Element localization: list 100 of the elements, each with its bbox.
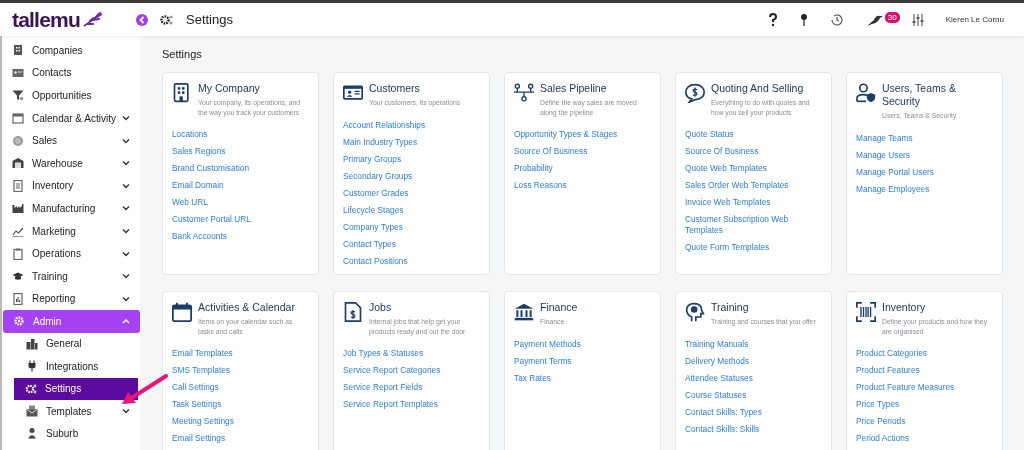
plug-icon	[26, 360, 38, 373]
sidebar-item[interactable]: Opportunities	[2, 84, 140, 107]
sidebar-item[interactable]: Operations	[2, 242, 140, 265]
sidebar-item[interactable]: Inventory	[2, 174, 140, 198]
settings-link[interactable]: Product Categories	[856, 345, 993, 362]
sidebar-item[interactable]: Marketing	[2, 219, 140, 243]
settings-link[interactable]: Attendee Statuses	[685, 369, 822, 387]
settings-link[interactable]: Period Actions	[856, 430, 993, 447]
settings-link[interactable]: Account Relationships	[343, 116, 480, 134]
sidebar-item[interactable]: Training	[2, 264, 140, 288]
settings-link[interactable]: Training Manuals	[685, 335, 822, 353]
settings-link[interactable]: Web URL	[172, 194, 309, 211]
sliders-icon[interactable]	[911, 12, 924, 27]
factory-icon	[12, 202, 24, 215]
page-title: Settings	[186, 12, 233, 27]
settings-link[interactable]: Manage Teams	[856, 129, 993, 147]
settings-link[interactable]: Manage Employees	[856, 180, 993, 198]
settings-link[interactable]: Call Settings	[172, 379, 309, 396]
settings-link[interactable]: Probability	[514, 160, 651, 177]
sidebar-item[interactable]: Reporting	[2, 287, 140, 311]
settings-link[interactable]: Customer Grades	[343, 184, 480, 202]
settings-link[interactable]: Email Settings	[172, 430, 309, 447]
settings-link[interactable]: Bank Accounts	[172, 228, 309, 245]
settings-link[interactable]: Job Types & Statuses	[343, 345, 480, 362]
settings-link[interactable]: SMS Templates	[172, 362, 309, 379]
settings-link[interactable]: Source Of Business	[685, 143, 822, 160]
settings-link[interactable]: Locations	[172, 126, 309, 143]
settings-link[interactable]: Contact Positions	[343, 252, 480, 270]
clipboard-icon	[12, 247, 24, 260]
settings-link[interactable]: Tax Rates	[514, 369, 651, 387]
sidebar-item[interactable]: Templates	[2, 399, 140, 423]
settings-link[interactable]: Secondary Groups	[343, 167, 480, 185]
funnel-icon	[12, 89, 24, 102]
settings-link[interactable]: Delivery Methods	[685, 352, 822, 370]
barcode-scan-icon	[856, 302, 876, 322]
collapse-button[interactable]	[136, 13, 148, 26]
settings-link[interactable]: Manage Users	[856, 146, 993, 164]
settings-link[interactable]: Brand Customisation	[172, 160, 309, 177]
sidebar-item[interactable]: Contacts	[2, 61, 140, 85]
settings-link[interactable]: Email Templates	[172, 345, 309, 362]
settings-link[interactable]: Company Types	[343, 218, 480, 236]
head-brain-icon	[685, 302, 705, 322]
settings-link[interactable]: Contact Types	[343, 235, 480, 253]
settings-link[interactable]: Email Domain	[172, 177, 309, 194]
leaves-icon	[81, 11, 104, 28]
settings-link[interactable]: Source Of Business	[514, 143, 651, 160]
sidebar-item[interactable]: Integrations	[2, 355, 140, 378]
settings-link[interactable]: Lifecycle Stages	[343, 201, 480, 219]
settings-link[interactable]: Price Periods	[856, 413, 993, 430]
settings-link[interactable]: Quote Web Templates	[685, 160, 822, 177]
id-card-icon	[343, 83, 363, 103]
sidebar-item[interactable]: Settings	[14, 377, 138, 400]
settings-link[interactable]: Product Feature Measures	[856, 379, 993, 396]
settings-link[interactable]: Contact Skills: Skills	[685, 420, 822, 438]
gears-icon	[160, 13, 174, 26]
card-title: Training	[711, 301, 750, 314]
card-title: Sales Pipeline	[540, 82, 608, 95]
invoice-icon	[343, 302, 363, 322]
settings-link[interactable]: Payment Terms	[514, 352, 651, 370]
sidebar-item[interactable]: Calendar & Activity	[2, 106, 140, 130]
sidebar-item[interactable]: General	[2, 332, 140, 356]
settings-link[interactable]: Quote Status	[685, 126, 822, 143]
settings-link[interactable]: Manage Portal Users	[856, 163, 993, 181]
settings-link[interactable]: Loss Reasons	[514, 177, 651, 194]
settings-link[interactable]: Price Types	[856, 396, 993, 413]
settings-link[interactable]: Course Statuses	[685, 386, 822, 404]
building-icon	[172, 83, 192, 103]
id-card-icon	[12, 66, 24, 79]
settings-link[interactable]: Service Report Categories	[343, 362, 480, 379]
sidebar-item[interactable]: Suburb	[2, 422, 140, 445]
settings-link[interactable]: Sales Regions	[172, 143, 309, 160]
settings-link[interactable]: Product Features	[856, 362, 993, 379]
settings-link[interactable]: Primary Groups	[343, 150, 480, 168]
settings-link[interactable]: Quote Form Templates	[685, 239, 822, 256]
card-title: Inventory	[882, 301, 927, 314]
settings-link[interactable]: Opportunity Types & Stages	[514, 126, 651, 143]
settings-link[interactable]: Service Report Templates	[343, 396, 480, 413]
sidebar-item[interactable]: Warehouse	[2, 151, 140, 175]
chevron-left-icon	[138, 15, 146, 24]
settings-link[interactable]: Customer Portal URL	[172, 211, 309, 228]
settings-link[interactable]: Main Industry Types	[343, 133, 480, 151]
pin-icon[interactable]	[799, 12, 808, 27]
sidebar-item[interactable]: Companies	[2, 39, 140, 62]
history-icon[interactable]	[829, 12, 844, 27]
settings-link[interactable]: Task Settings	[172, 396, 309, 413]
help-icon[interactable]	[767, 12, 778, 27]
user-name[interactable]: Kieren Le Cornu	[945, 15, 1004, 24]
settings-link[interactable]: Sales Order Web Templates	[685, 177, 822, 194]
sidebar-item[interactable]: Manufacturing	[2, 197, 140, 220]
sidebar-item[interactable]: Sales	[2, 129, 140, 152]
settings-link[interactable]: Service Report Fields	[343, 379, 480, 396]
settings-link[interactable]: Invoice Web Templates	[685, 194, 822, 211]
settings-link[interactable]: Payment Methods	[514, 335, 651, 353]
settings-link[interactable]: Meeting Settings	[172, 413, 309, 430]
settings-link[interactable]: Customer Subscription Web Templates	[685, 211, 822, 239]
report-icon	[12, 292, 24, 305]
card-title: Customers	[369, 82, 421, 95]
settings-link[interactable]: Contact Skills: Types	[685, 403, 822, 421]
sidebar-item[interactable]: Admin	[3, 310, 140, 333]
logo[interactable]: tallemu	[12, 7, 80, 32]
